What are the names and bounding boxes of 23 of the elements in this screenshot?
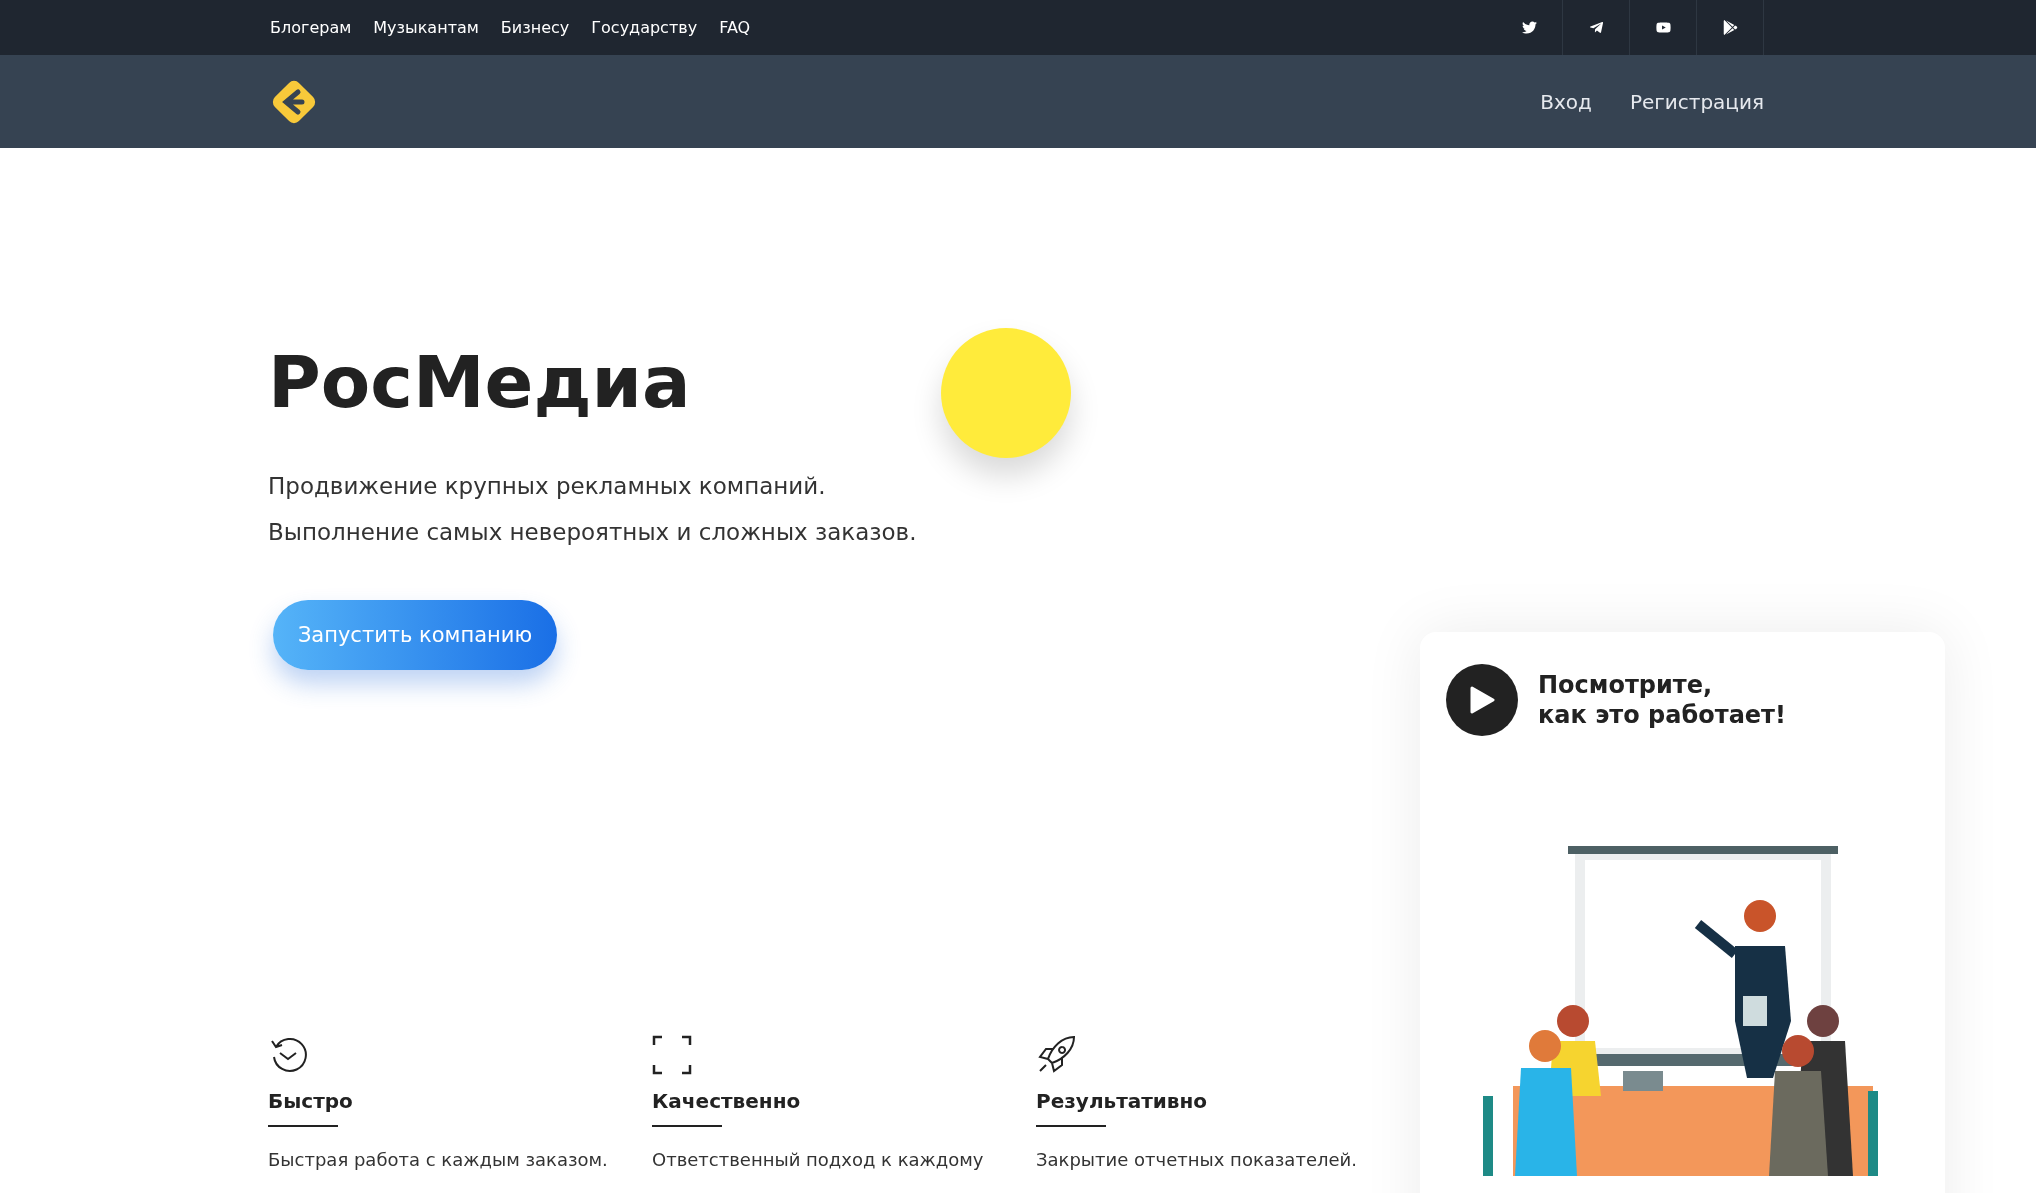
top-nav-link[interactable]: Бизнесу [500, 18, 570, 37]
clock-icon [268, 1035, 308, 1075]
feature-text: Ответственный подход к каждому [652, 1149, 984, 1170]
feature-title: Качественно [652, 1089, 801, 1113]
login-link[interactable]: Вход [1540, 89, 1592, 114]
hero-subtitle: Выполнение самых невероятных и сложных заказов. [268, 518, 918, 547]
top-nav-link[interactable]: FAQ [719, 18, 751, 37]
hero-title: РосМедиа [268, 343, 691, 423]
feature-text: Быстрая работа с каждым заказом. [268, 1149, 608, 1170]
play-icon [1469, 686, 1495, 714]
register-link[interactable]: Регистрация [1629, 89, 1764, 114]
feature-text: Закрытие отчетных показателей. [1036, 1149, 1357, 1170]
top-nav-link[interactable]: Музыкантам [373, 18, 479, 37]
video-card-title: как это работает! [1538, 700, 1786, 730]
top-nav-link[interactable]: Блогерам [270, 18, 352, 37]
rocket-icon [1036, 1035, 1076, 1075]
hero-subtitle: Продвижение крупных рекламных компаний. [268, 472, 827, 501]
launch-button[interactable]: Запустить компанию [273, 600, 557, 670]
feature-title: Результативно [1036, 1089, 1208, 1113]
video-card-title: Посмотрите, [1538, 670, 1714, 700]
top-nav-link[interactable]: Государству [591, 18, 698, 37]
frame-icon [652, 1035, 692, 1075]
feature-title: Быстро [268, 1089, 353, 1113]
